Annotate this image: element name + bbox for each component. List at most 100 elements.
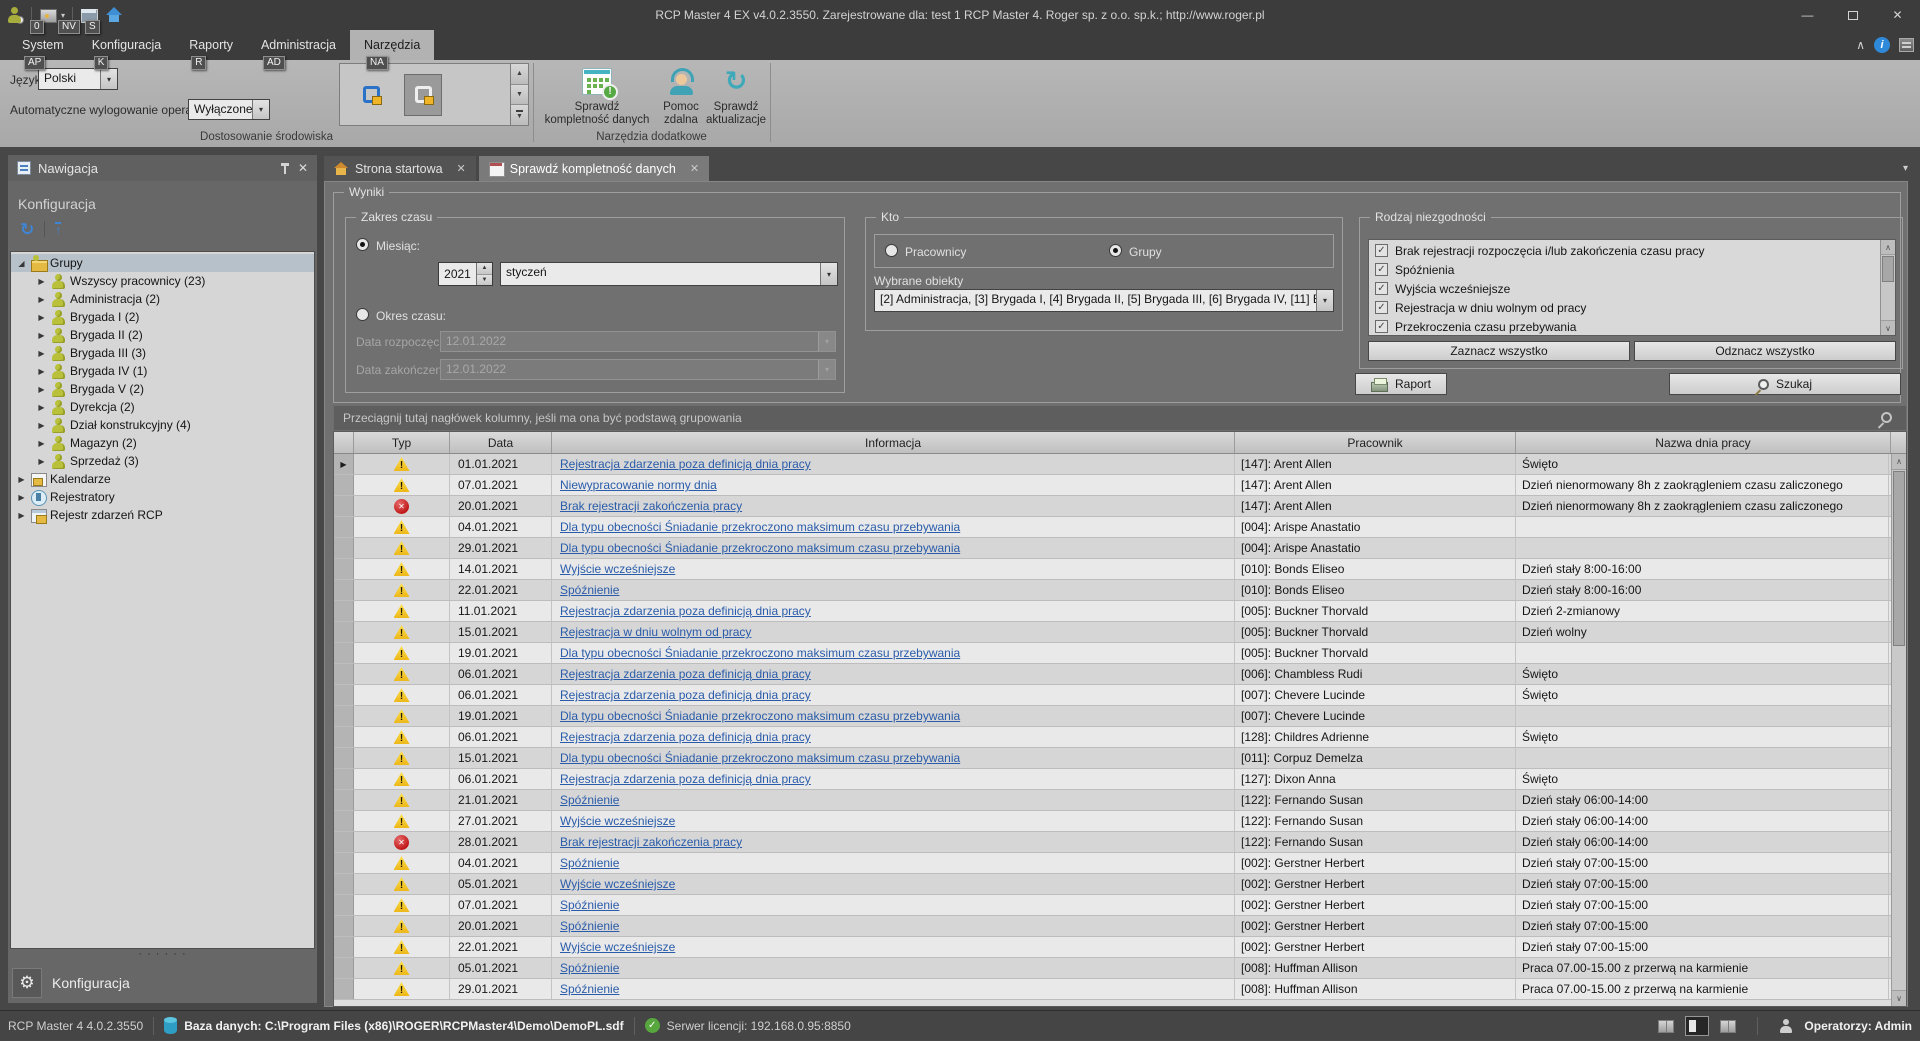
scroll-down-icon[interactable]: ∨ (1881, 320, 1895, 335)
info-link[interactable]: Brak rejestracji zakończenia pracy (560, 499, 742, 513)
info-link[interactable]: Wyjście wcześniejsze (560, 562, 675, 576)
check-data-completeness-button[interactable]: ! Sprawdź kompletność danych (538, 62, 656, 127)
table-row[interactable]: !05.01.2021Spóźnienie[008]: Huffman Alli… (334, 958, 1891, 979)
table-row[interactable]: !15.01.2021Rejestracja w dniu wolnym od … (334, 622, 1891, 643)
table-row[interactable]: !29.01.2021Dla typu obecności Śniadanie … (334, 538, 1891, 559)
sidebar-item-konfiguracja[interactable]: ⚙ Konfiguracja (10, 965, 315, 1001)
checkbox-checked-icon[interactable]: ✓ (1375, 282, 1388, 295)
table-row[interactable]: !06.01.2021Rejestracja zdarzenia poza de… (334, 664, 1891, 685)
expand-expander-icon[interactable]: ▶ (35, 457, 48, 466)
tree-node[interactable]: ▶Brygada IV (1) (11, 362, 314, 380)
tree-node[interactable]: ▶Dział konstrukcyjny (4) (11, 416, 314, 434)
table-row[interactable]: !19.01.2021Dla typu obecności Śniadanie … (334, 643, 1891, 664)
checkbox-checked-icon[interactable]: ✓ (1375, 320, 1388, 333)
panel-view-toggle-icon[interactable] (1685, 1016, 1709, 1036)
info-link[interactable]: Spóźnienie (560, 982, 619, 996)
table-row[interactable]: !11.01.2021Rejestracja zdarzenia poza de… (334, 601, 1891, 622)
header-nazwa-dnia-pracy[interactable]: Nazwa dnia pracy (1516, 432, 1891, 453)
expand-expander-icon[interactable]: ▶ (35, 277, 48, 286)
groups-radio-label[interactable]: Grupy (1129, 245, 1162, 259)
discrepancy-item[interactable]: ✓Wyjścia wcześniejsze (1369, 279, 1880, 298)
table-row[interactable]: !27.01.2021Wyjście wcześniejsze[122]: Fe… (334, 811, 1891, 832)
expand-expander-icon[interactable]: ▶ (35, 349, 48, 358)
expand-expander-icon[interactable]: ▶ (35, 367, 48, 376)
tree-node[interactable]: ▶Wszyscy pracownicy (23) (11, 272, 314, 290)
table-row[interactable]: !07.01.2021Spóźnienie[002]: Gerstner Her… (334, 895, 1891, 916)
selected-objects-select[interactable]: [2] Administracja, [3] Brygada I, [4] Br… (874, 289, 1334, 312)
ribbon-tab-administracja[interactable]: AdministracjaAD (247, 30, 350, 60)
tree-node[interactable]: ◢Grupy (11, 254, 314, 272)
tree-node[interactable]: ▶Sprzedaż (3) (11, 452, 314, 470)
scroll-up-icon[interactable]: ∧ (1892, 454, 1906, 470)
deselect-all-button[interactable]: Odznacz wszystko (1634, 341, 1896, 361)
close-tab-icon[interactable]: ✕ (690, 162, 699, 175)
theme-item-dark-selected[interactable] (404, 74, 442, 116)
ribbon-tab-raporty[interactable]: RaportyR (175, 30, 247, 60)
info-link[interactable]: Rejestracja zdarzenia poza definicją dni… (560, 688, 811, 702)
info-link[interactable]: Dla typu obecności Śniadanie przekroczon… (560, 646, 960, 660)
close-button[interactable]: ✕ (1875, 0, 1920, 30)
expand-expander-icon[interactable]: ▶ (35, 313, 48, 322)
table-row[interactable]: !19.01.2021Dla typu obecności Śniadanie … (334, 706, 1891, 727)
collapse-expander-icon[interactable]: ◢ (15, 259, 28, 268)
expand-expander-icon[interactable]: ▶ (35, 385, 48, 394)
expand-expander-icon[interactable]: ▶ (35, 439, 48, 448)
minimize-button[interactable]: — (1785, 0, 1830, 30)
close-tab-icon[interactable]: ✕ (457, 162, 466, 175)
table-row[interactable]: !05.01.2021Wyjście wcześniejsze[002]: Ge… (334, 874, 1891, 895)
info-link[interactable]: Rejestracja zdarzenia poza definicją dni… (560, 772, 811, 786)
tree-node[interactable]: ▶Brygada V (2) (11, 380, 314, 398)
info-icon[interactable]: i (1874, 37, 1890, 53)
info-link[interactable]: Rejestracja zdarzenia poza definicją dni… (560, 604, 811, 618)
spin-down-icon[interactable]: ▼ (477, 275, 492, 286)
chevron-down-icon[interactable]: ▾ (252, 100, 269, 119)
info-link[interactable]: Spóźnienie (560, 919, 619, 933)
gallery-more-button[interactable]: ▼ (511, 105, 528, 125)
scroll-up-icon[interactable]: ∧ (1881, 240, 1895, 255)
table-scrollbar[interactable]: ∧ ∨ (1891, 454, 1906, 1006)
close-panel-icon[interactable]: ✕ (298, 161, 308, 175)
header-data[interactable]: Data (450, 432, 552, 453)
info-link[interactable]: Wyjście wcześniejsze (560, 877, 675, 891)
info-link[interactable]: Brak rejestracji zakończenia pracy (560, 835, 742, 849)
ribbon-tab-system[interactable]: SystemAP (8, 30, 78, 60)
select-all-button[interactable]: Zaznacz wszystko (1368, 341, 1630, 361)
book-view-icon[interactable] (1720, 1020, 1736, 1033)
ribbon-tab-narzedzia[interactable]: NarzędziaNA (350, 30, 434, 60)
document-tab-strona-startowa[interactable]: Strona startowa✕ (324, 156, 476, 181)
info-link[interactable]: Wyjście wcześniejsze (560, 940, 675, 954)
calendar-grid-icon[interactable] (1899, 38, 1914, 52)
report-view-icon[interactable] (1658, 1020, 1674, 1033)
collapse-all-icon[interactable]: ↑ (55, 222, 61, 236)
table-row[interactable]: !22.01.2021Wyjście wcześniejsze[002]: Ge… (334, 937, 1891, 958)
table-row[interactable]: !04.01.2021Spóźnienie[002]: Gerstner Her… (334, 853, 1891, 874)
info-link[interactable]: Wyjście wcześniejsze (560, 814, 675, 828)
period-radio-label[interactable]: Okres czasu: (376, 309, 446, 323)
table-row[interactable]: ✕20.01.2021Brak rejestracji zakończenia … (334, 496, 1891, 517)
discrepancy-item[interactable]: ✓Przekroczenia czasu przebywania (1369, 317, 1880, 335)
discrepancy-item[interactable]: ✓Spóźnienia (1369, 260, 1880, 279)
header-pracownik[interactable]: Pracownik (1235, 432, 1516, 453)
year-stepper[interactable]: 2021 ▲ ▼ (438, 262, 493, 286)
chevron-down-icon[interactable]: ▾ (820, 263, 837, 285)
scroll-down-icon[interactable]: ∨ (1892, 990, 1906, 1006)
table-row[interactable]: ✕28.01.2021Brak rejestracji zakończenia … (334, 832, 1891, 853)
discrepancy-item[interactable]: ✓Rejestracja w dniu wolnym od pracy (1369, 298, 1880, 317)
table-row[interactable]: !15.01.2021Dla typu obecności Śniadanie … (334, 748, 1891, 769)
tree-node[interactable]: ▶Magazyn (2) (11, 434, 314, 452)
tree-node[interactable]: ▶Administracja (2) (11, 290, 314, 308)
table-row[interactable]: !20.01.2021Spóźnienie[002]: Gerstner Her… (334, 916, 1891, 937)
info-link[interactable]: Spóźnienie (560, 961, 619, 975)
table-row[interactable]: !04.01.2021Dla typu obecności Śniadanie … (334, 517, 1891, 538)
period-radio[interactable] (356, 308, 369, 321)
table-row[interactable]: !22.01.2021Spóźnienie[010]: Bonds Eliseo… (334, 580, 1891, 601)
month-select[interactable]: styczeń ▾ (500, 262, 838, 286)
expand-expander-icon[interactable]: ▶ (35, 421, 48, 430)
collapse-ribbon-icon[interactable]: ∧ (1856, 39, 1865, 51)
info-link[interactable]: Niewypracowanie normy dnia (560, 478, 717, 492)
table-row[interactable]: ▶!01.01.2021Rejestracja zdarzenia poza d… (334, 454, 1891, 475)
tree-node[interactable]: ▶Dyrekcja (2) (11, 398, 314, 416)
expand-expander-icon[interactable]: ▶ (15, 493, 28, 502)
document-tab-sprawdz-kompletnosc-danych[interactable]: Sprawdź kompletność danych✕ (479, 156, 709, 181)
info-link[interactable]: Rejestracja w dniu wolnym od pracy (560, 625, 751, 639)
